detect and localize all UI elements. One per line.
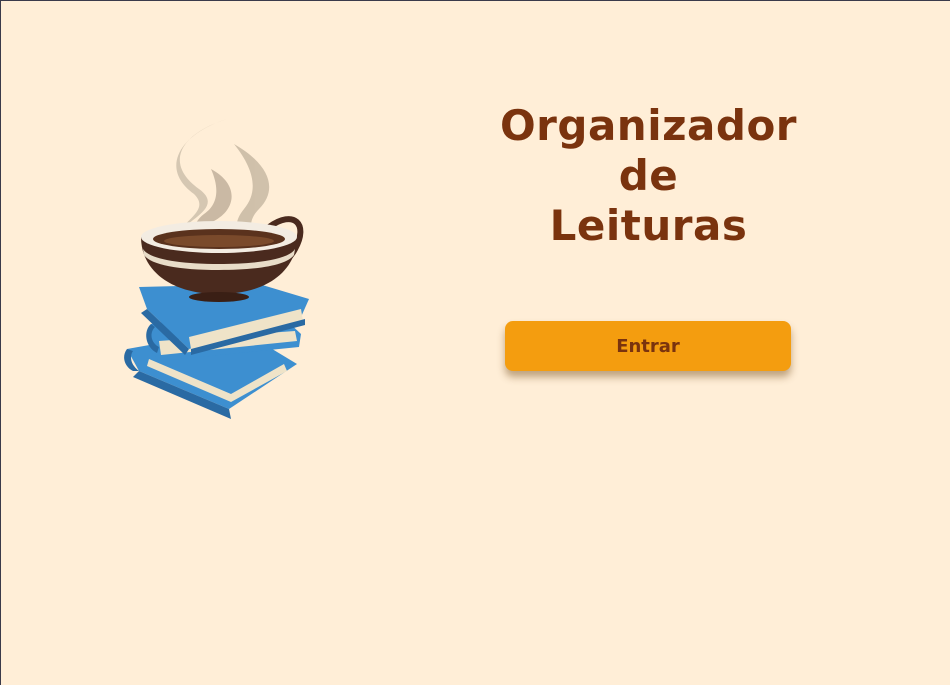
title-line-3: Leituras xyxy=(549,201,748,250)
enter-button[interactable]: Entrar xyxy=(505,321,791,371)
page-title: Organizador de Leituras xyxy=(461,101,836,251)
home-page: Organizador de Leituras Entrar xyxy=(1,1,950,685)
title-line-2: de xyxy=(618,151,679,200)
title-line-1: Organizador xyxy=(499,101,798,150)
coffee-cup-on-books-icon xyxy=(119,109,319,424)
